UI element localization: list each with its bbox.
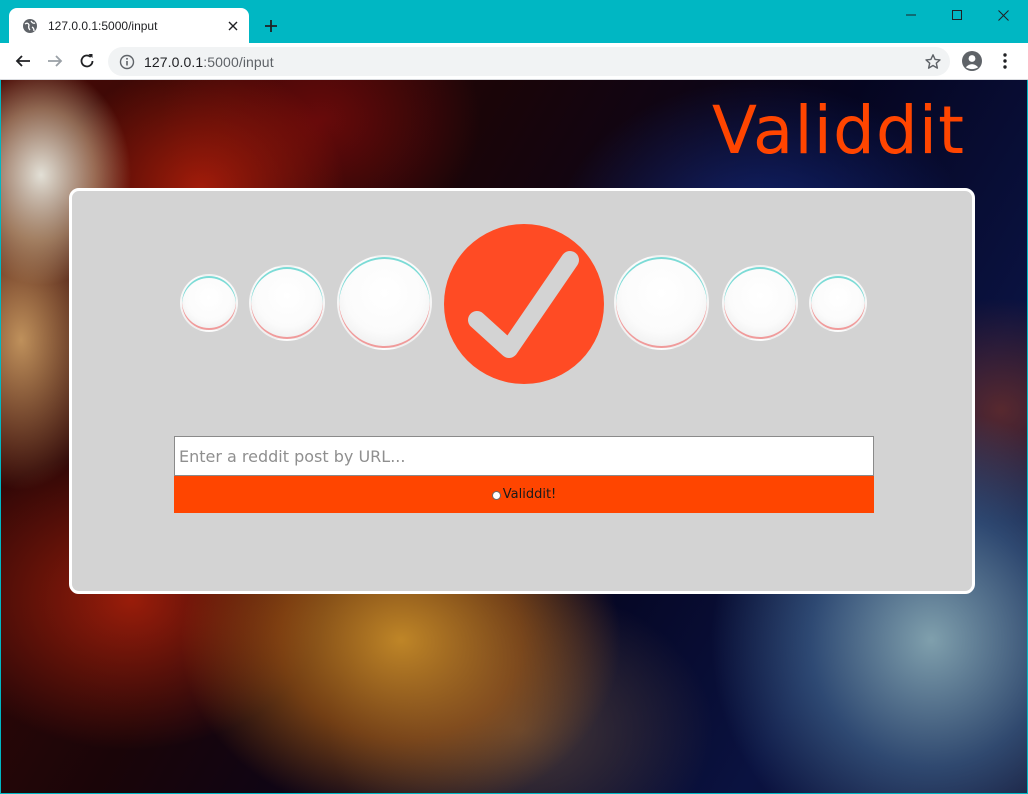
checkmark-icon — [468, 251, 579, 358]
reddit-url-input[interactable] — [174, 436, 874, 476]
checkmark-badge — [444, 224, 604, 384]
browser-titlebar: 127.0.0.1:5000/input — [0, 0, 1028, 43]
star-icon[interactable] — [924, 53, 942, 71]
decorative-bubble — [808, 273, 868, 333]
address-url[interactable]: 127.0.0.1:5000/input — [144, 54, 274, 70]
decorative-bubble — [613, 254, 710, 351]
profile-icon[interactable] — [961, 50, 983, 72]
site-logo: Validdit — [711, 92, 965, 169]
kebab-menu-icon[interactable] — [996, 50, 1014, 72]
arrow-left-icon[interactable] — [11, 49, 35, 73]
arrow-right-icon[interactable] — [43, 49, 67, 73]
validdit-submit-button[interactable]: Validdit! — [174, 476, 874, 513]
submit-button-label: Validdit! — [502, 487, 557, 502]
window-close-icon[interactable] — [980, 0, 1026, 30]
radio-indicator-icon — [491, 490, 501, 500]
window-minimize-icon[interactable] — [888, 0, 934, 30]
url-path: :5000/input — [203, 53, 274, 70]
decorative-bubble — [721, 264, 799, 342]
reload-icon[interactable] — [75, 49, 99, 73]
close-icon[interactable] — [225, 18, 241, 34]
globe-icon — [22, 18, 38, 34]
window-maximize-icon[interactable] — [934, 0, 980, 30]
validation-card: Validdit! — [69, 188, 975, 594]
page-viewport: Validdit Validdit! — [1, 80, 1027, 793]
browser-toolbar: 127.0.0.1:5000/input — [0, 43, 1028, 80]
decorative-bubble — [336, 254, 433, 351]
url-host: 127.0.0.1 — [144, 53, 204, 70]
plus-icon[interactable] — [261, 16, 281, 36]
info-icon[interactable] — [119, 54, 135, 70]
decorative-bubble — [248, 264, 326, 342]
browser-tab[interactable]: 127.0.0.1:5000/input — [9, 8, 249, 43]
decorative-bubble — [179, 273, 239, 333]
tab-title: 127.0.0.1:5000/input — [48, 18, 158, 33]
bubble-row — [72, 191, 972, 391]
address-bar[interactable]: 127.0.0.1:5000/input — [108, 47, 950, 76]
